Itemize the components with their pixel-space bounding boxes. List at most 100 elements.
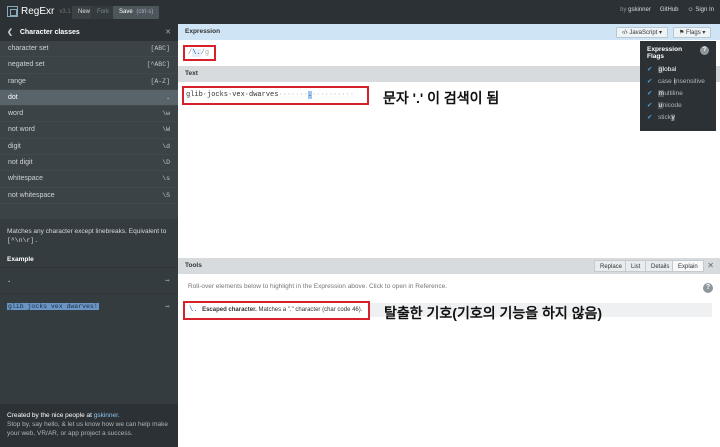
github-link[interactable]: GitHub <box>660 7 679 13</box>
explain-code: \. <box>189 306 198 314</box>
explain-text: Matches a "." character (char code 46). <box>258 307 363 313</box>
arrow-right-icon[interactable]: ➡ <box>165 276 170 286</box>
tools-annotation: 탈출한 기호(기호의 기능을 하지 않음) <box>384 305 603 321</box>
sidebar-item-not-digit[interactable]: not digit \D <box>0 155 178 172</box>
sidebar-item-character-set[interactable]: character set [ABC] <box>0 41 178 58</box>
sidebar-item-label: dot <box>8 93 18 101</box>
flag-unicode[interactable]: ✔ unicode <box>647 100 709 112</box>
sign-in-link[interactable]: ☺ Sign In <box>688 7 714 13</box>
reference-description: Matches any character except linebreaks.… <box>0 219 178 245</box>
check-icon: ✔ <box>647 114 653 121</box>
sidebar-item-whitespace[interactable]: whitespace \s <box>0 171 178 188</box>
tab-list[interactable]: List <box>625 260 647 272</box>
flag-label: sticky <box>658 112 676 124</box>
sidebar-title: Character classes <box>19 29 80 36</box>
caret-down-icon: ▾ <box>700 30 706 36</box>
engine-dropdown[interactable]: ‹/› JavaScript ▾ <box>616 27 669 38</box>
fork-button[interactable]: Fork <box>91 6 115 19</box>
close-icon[interactable]: ✕ <box>707 258 714 274</box>
flag-case-insensitive[interactable]: ✔ case insensitive <box>647 76 709 88</box>
flags-menu-title: Expression Flags <box>647 46 683 60</box>
save-label: Save <box>119 9 133 15</box>
sidebar-item-not-whitespace[interactable]: not whitespace \S <box>0 188 178 204</box>
example-expression-row[interactable]: . ➡ <box>0 267 178 293</box>
expression-area: /\./g <box>178 40 720 66</box>
tab-explain[interactable]: Explain <box>672 260 704 272</box>
text-input[interactable]: glib·jocks·vex·dwarves·······.·········· <box>182 86 369 105</box>
version-label: v3.1 <box>59 8 71 15</box>
sidebar-item-not-word[interactable]: not word \W <box>0 122 178 139</box>
main-panel: Expression ‹/› JavaScript ▾ ⚑ Flags ▾ /\… <box>178 24 720 447</box>
expression-token[interactable]: \. <box>192 49 201 57</box>
explain-item[interactable]: \. Escaped character. Matches a "." char… <box>183 301 370 320</box>
sign-in-label: Sign In <box>695 7 714 13</box>
logo[interactable]: RegExr v3.1 <box>7 6 71 17</box>
flag-multiline[interactable]: ✔ multiline <box>647 88 709 100</box>
example-text-row[interactable]: glib jocks vex dwarves! ➡ <box>0 293 178 319</box>
sidebar-item-label: character set <box>8 45 49 52</box>
sidebar: ❮ Character classes ✕ character set [ABC]… <box>0 24 178 447</box>
logo-text: RegExr <box>21 6 55 17</box>
sidebar-item-token: \W <box>162 126 170 134</box>
check-icon: ✔ <box>647 78 653 85</box>
arrow-right-icon[interactable]: ➡ <box>165 302 170 312</box>
sidebar-header: ❮ Character classes ✕ <box>0 24 178 41</box>
footer-lead: Created by the nice people at <box>7 412 92 419</box>
flags-menu-header: Expression Flags ? <box>647 46 709 60</box>
engine-label: JavaScript <box>629 30 658 36</box>
text-content: glib·jocks·vex·dwarves <box>186 91 279 99</box>
expression-input[interactable]: /\./g <box>183 45 216 61</box>
flag-global[interactable]: ✔ global <box>647 64 709 76</box>
sidebar-item-token: \s <box>162 175 170 183</box>
text-trailing-spaces: ·········· <box>312 91 355 99</box>
save-button[interactable]: Save (ctrl-s) <box>113 6 160 19</box>
caret-down-icon: ▾ <box>657 30 663 36</box>
flags-dropdown[interactable]: ⚑ Flags ▾ <box>673 27 712 38</box>
sidebar-item-range[interactable]: range [A-Z] <box>0 74 178 90</box>
tools-hint: Roll-over elements below to highlight in… <box>188 283 448 290</box>
text-trailing-spaces: ······· <box>278 91 308 99</box>
flag-icon: ⚑ <box>679 30 687 36</box>
expression-header: Expression ‹/› JavaScript ▾ ⚑ Flags ▾ <box>178 24 720 40</box>
sidebar-item-token: \d <box>162 142 170 150</box>
sidebar-item-label: not word <box>8 126 35 134</box>
sidebar-item-label: word <box>8 110 24 118</box>
sidebar-item-digit[interactable]: digit \d <box>0 139 178 156</box>
close-icon[interactable]: ✕ <box>165 24 171 41</box>
flag-sticky[interactable]: ✔ sticky <box>647 112 709 124</box>
sidebar-item-label: negated set <box>8 61 45 69</box>
regexr-app: RegExr v3.1 New Fork Save (ctrl-s) by gs… <box>0 0 720 447</box>
tab-replace[interactable]: Replace <box>594 260 629 272</box>
sidebar-item-token: \D <box>162 159 170 167</box>
text-area: glib·jocks·vex·dwarves·······.··········… <box>178 82 720 257</box>
flag-label-prefix: case <box>658 78 674 85</box>
sidebar-item-label: not whitespace <box>8 191 55 199</box>
sidebar-item-token: . <box>166 93 170 101</box>
flag-label: multiline <box>658 88 683 100</box>
author-link[interactable]: gskinner <box>628 7 651 13</box>
sidebar-item-negated-set[interactable]: negated set [^ABC] <box>0 57 178 74</box>
help-icon[interactable]: ? <box>700 46 709 55</box>
text-annotation: 문자 '.' 이 검색이 됨 <box>383 90 500 106</box>
save-shortcut: (ctrl-s) <box>136 9 154 15</box>
footer-link[interactable]: gskinner. <box>94 412 120 419</box>
tab-details[interactable]: Details <box>645 260 676 272</box>
flag-label: global <box>658 64 676 76</box>
help-icon[interactable]: ? <box>703 283 713 293</box>
footer-text: Stop by, say hello, & let us know how we… <box>7 421 169 437</box>
sidebar-footer: Created by the nice people at gskinner. … <box>0 404 178 447</box>
tools-title: Tools <box>185 262 202 269</box>
expression-flags: g <box>204 49 210 57</box>
text-title: Text <box>185 70 198 77</box>
example-expression: . <box>7 276 12 285</box>
tools-area: Roll-over elements below to highlight in… <box>178 274 720 404</box>
sidebar-item-label: digit <box>8 142 21 150</box>
flag-label-rest: lobal <box>662 66 677 73</box>
sidebar-item-word[interactable]: word \w <box>0 106 178 123</box>
sidebar-item-dot[interactable]: dot. <box>0 89 178 107</box>
flags-menu: Expression Flags ? ✔ global ✔ case insen… <box>640 41 716 131</box>
flags-label: Flags <box>686 30 701 36</box>
chevron-left-icon[interactable]: ❮ <box>7 29 13 36</box>
sidebar-item-token: \S <box>162 191 170 199</box>
check-icon: ✔ <box>647 90 653 97</box>
